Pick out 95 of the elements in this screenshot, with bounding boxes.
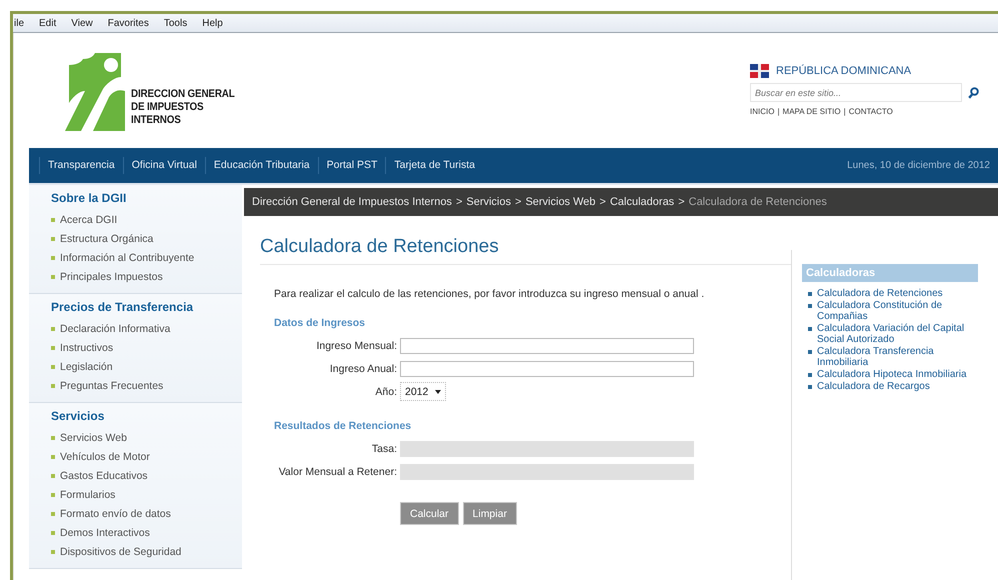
menu-item[interactable]: Help: [201, 18, 224, 28]
menu-item[interactable]: ile: [13, 18, 26, 28]
bullet-icon: [808, 304, 812, 308]
sidebar-link[interactable]: Declaración Informativa: [60, 322, 170, 334]
breadcrumb-link[interactable]: Servicios: [466, 196, 511, 208]
calculator-link[interactable]: Calculadora de Recargos: [817, 381, 930, 392]
field-label: Valor Mensual a Retener:: [278, 466, 397, 478]
menu-item[interactable]: Tools: [162, 18, 188, 28]
sidebar-link[interactable]: Preguntas Frecuentes: [60, 380, 164, 392]
form-section-heading: Resultados de Retenciones: [274, 420, 412, 432]
breadcrumb-link[interactable]: Dirección General de Impuestos Internos: [252, 196, 452, 208]
calculator-link[interactable]: Calculadora de Retenciones: [817, 288, 943, 299]
breadcrumb-separator: >: [456, 196, 462, 208]
bullet-icon: [51, 218, 55, 222]
form-section-heading: Datos de Ingresos: [274, 317, 366, 329]
intro-text: Para realizar el calculo de las retenciones, por favor introduzca su ingreso mensual o anual .: [274, 288, 706, 300]
bullet-icon: [51, 530, 55, 534]
bullet-icon: [51, 454, 55, 458]
header-link[interactable]: CONTACTO: [848, 107, 893, 116]
sidebar-link[interactable]: Acerca DGII: [60, 214, 118, 226]
menu-item[interactable]: View: [70, 18, 94, 28]
bullet-icon: [51, 550, 55, 554]
link-separator: |: [777, 107, 780, 116]
logo-text: DE IMPUESTOS: [131, 101, 204, 114]
breadcrumb-link[interactable]: Servicios Web: [525, 196, 596, 208]
nav-link[interactable]: Transparencia: [39, 157, 123, 174]
year-dropdown[interactable]: 2012: [400, 382, 446, 401]
header-link[interactable]: MAPA DE SITIO: [782, 107, 841, 116]
field-label: Año:: [374, 386, 397, 398]
bullet-icon: [808, 385, 812, 389]
search-icon[interactable]: [968, 86, 979, 98]
bullet-icon: [51, 346, 55, 350]
result-field[interactable]: [400, 440, 694, 456]
sidebar-link[interactable]: Estructura Orgánica: [60, 232, 154, 244]
country-name: REPÚBLICA DOMINICANA: [776, 65, 912, 77]
current-date: Lunes, 10 de diciembre de 2012: [847, 160, 990, 171]
bullet-icon: [808, 327, 812, 331]
box-heading: Calculadoras: [802, 264, 978, 282]
logo-icon[interactable]: [63, 53, 125, 131]
sidebar-link[interactable]: Formato envío de datos: [60, 508, 171, 520]
breadcrumb-link[interactable]: Calculadora de Retenciones: [688, 196, 827, 208]
nav-link[interactable]: Oficina Virtual: [122, 157, 205, 174]
sidebar-link[interactable]: Formularios: [60, 488, 116, 500]
sidebar-link[interactable]: Principales Impuestos: [60, 270, 163, 282]
bullet-icon: [51, 474, 55, 478]
sidebar-link[interactable]: Información al Contribuyente: [60, 252, 194, 264]
section-heading: Precios de Transferencia: [51, 300, 194, 314]
section-heading: Servicios: [51, 409, 106, 423]
calculator-link[interactable]: Calculadora Transferencia Inmobiliaria: [817, 346, 978, 368]
bullet-icon: [51, 512, 55, 516]
sidebar-link[interactable]: Legislación: [60, 360, 113, 372]
sidebar-link[interactable]: Demos Interactivos: [60, 526, 150, 538]
flag-icon: [750, 64, 769, 78]
bullet-icon: [808, 373, 812, 377]
menu-item[interactable]: Edit: [38, 18, 58, 28]
calculator-link[interactable]: Calculadora Constitución de Compañias: [817, 300, 978, 322]
search-field[interactable]: Buscar en este sitio...: [750, 83, 962, 102]
breadcrumb-separator: >: [515, 196, 522, 208]
bullet-icon: [51, 436, 55, 440]
bullet-icon: [51, 364, 55, 368]
sidebar-link[interactable]: Gastos Educativos: [60, 470, 148, 482]
nav-link[interactable]: Educación Tributaria: [204, 157, 318, 174]
breadcrumb-separator: >: [678, 196, 685, 208]
logo-text: DIRECCION GENERAL: [131, 88, 235, 101]
bullet-icon: [51, 274, 55, 278]
bullet-icon: [51, 384, 55, 388]
bullet-icon: [51, 326, 55, 330]
sidebar-link[interactable]: Instructivos: [60, 342, 114, 354]
result-field[interactable]: [400, 464, 694, 480]
field-label: Ingreso Anual:: [328, 362, 397, 374]
input-field[interactable]: [400, 338, 694, 354]
bullet-icon: [808, 292, 812, 296]
input-field[interactable]: [400, 360, 694, 376]
sidebar-link[interactable]: Dispositivos de Seguridad: [60, 546, 182, 558]
link-separator: |: [844, 107, 846, 116]
breadcrumb-link[interactable]: Calculadoras: [610, 196, 674, 208]
breadcrumb-separator: >: [600, 196, 606, 208]
calculator-link[interactable]: Calculadora Hipoteca Inmobiliaria: [817, 369, 967, 380]
sidebar-link[interactable]: Servicios Web: [60, 432, 127, 444]
logo-text: INTERNOS: [131, 114, 182, 127]
header-link[interactable]: INICIO: [750, 107, 774, 116]
bullet-icon: [51, 256, 55, 260]
calculator-link[interactable]: Calculadora Variación del Capital Social Autorizado: [817, 323, 978, 345]
bullet-icon: [808, 350, 812, 354]
field-label: Tasa:: [370, 442, 397, 454]
bullet-icon: [51, 236, 55, 240]
nav-link[interactable]: Portal PST: [318, 157, 386, 174]
caret-icon: [435, 390, 442, 394]
section-heading: Sobre la DGII: [51, 191, 128, 205]
bullet-icon: [51, 492, 55, 496]
page-title: Calculadora de Retenciones: [260, 236, 791, 265]
nav-link[interactable]: Tarjeta de Turista: [385, 157, 483, 174]
field-label: Ingreso Mensual:: [315, 340, 397, 352]
sidebar-link[interactable]: Vehículos de Motor: [60, 450, 150, 462]
menu-item[interactable]: Favorites: [106, 18, 150, 28]
